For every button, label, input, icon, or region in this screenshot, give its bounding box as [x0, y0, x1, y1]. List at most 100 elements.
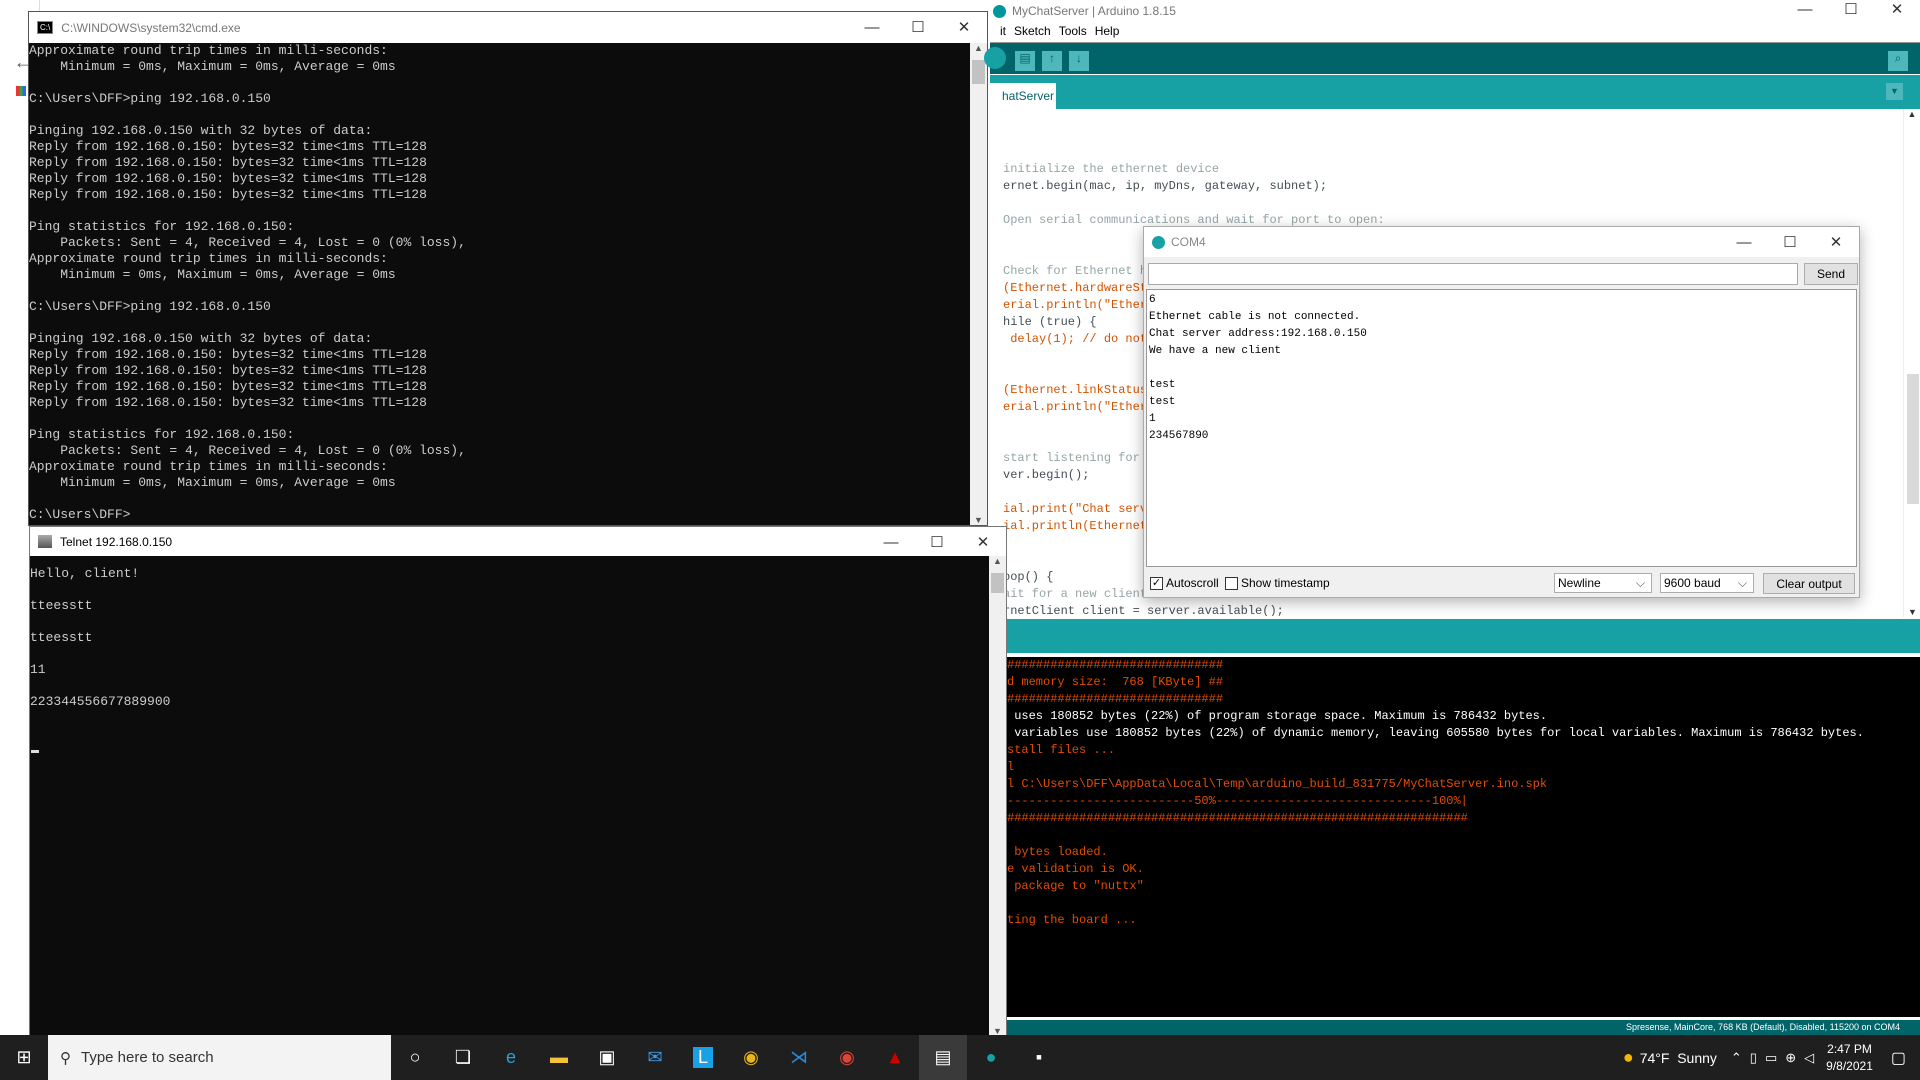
console-line: l C:\Users\DFF\AppData\Local\Temp\arduin… — [1007, 777, 1548, 791]
show-timestamp-checkbox[interactable]: Show timestamp — [1225, 576, 1330, 590]
serial-line: Chat server address:192.168.0.150 — [1149, 328, 1367, 340]
notifications-icon[interactable]: ▢ — [1891, 1048, 1906, 1068]
checkbox-checked-icon: ✓ — [1150, 576, 1163, 590]
taskbar: ⊞ ⚲ Type here to search ○ ❏ e ▬ ▣ ✉ L ◉ … — [0, 1035, 1920, 1080]
search-box[interactable]: ⚲ Type here to search — [48, 1035, 391, 1080]
start-windows-icon[interactable]: ⊞ — [0, 1035, 48, 1080]
code-line: rnetClient client = server.available(); — [1003, 604, 1284, 616]
telnet-line — [30, 678, 990, 694]
maximize-button[interactable]: ☐ — [914, 527, 960, 557]
clear-output-button[interactable]: Clear output — [1763, 573, 1855, 594]
close-button[interactable]: ✕ — [960, 527, 1006, 557]
cmd-line: C:\Users\DFF>ping 192.168.0.150 — [29, 91, 271, 106]
checkbox-unchecked-icon — [1225, 576, 1238, 590]
file-explorer-icon[interactable]: ▬ — [535, 1035, 583, 1080]
telnet-line: tteesstt — [30, 598, 93, 613]
chevron-up-icon[interactable]: ⌃ — [1731, 1050, 1742, 1066]
save-sketch-icon[interactable]: ↓ — [1069, 51, 1089, 71]
upload-button[interactable] — [984, 47, 1006, 69]
cmd-line: Minimum = 0ms, Maximum = 0ms, Average = … — [29, 475, 396, 490]
cmd-line: Ping statistics for 192.168.0.150: — [29, 219, 295, 234]
cmd-line: Reply from 192.168.0.150: bytes=32 time<… — [29, 171, 427, 186]
baud-select[interactable]: 9600 baud ⌵ — [1660, 573, 1754, 593]
volume-icon[interactable]: ◁ — [1804, 1050, 1814, 1066]
build-console[interactable]: ############################## d memory s… — [1007, 657, 1920, 1017]
menu-bar: it Sketch Tools Help — [1000, 24, 1119, 38]
clock[interactable]: 2:47 PM 9/8/2021 — [1826, 1041, 1873, 1075]
send-button[interactable]: Send — [1804, 263, 1858, 285]
editor-scrollbar[interactable]: ▲ ▼ — [1903, 109, 1920, 617]
autoscroll-checkbox[interactable]: ✓ Autoscroll — [1150, 576, 1219, 590]
cmd-taskbar-icon[interactable]: ▪ — [1015, 1035, 1063, 1080]
text-cursor — [31, 750, 39, 753]
chevron-down-icon: ⌵ — [1635, 575, 1645, 590]
weather-text[interactable]: 74°F Sunny — [1640, 1050, 1717, 1066]
edge-icon[interactable]: e — [487, 1035, 535, 1080]
cmd-line: Reply from 192.168.0.150: bytes=32 time<… — [29, 155, 427, 170]
menu-item[interactable]: Tools — [1059, 24, 1087, 38]
maximize-button[interactable]: ☐ — [895, 12, 941, 42]
console-line: uses 180852 bytes (22%) of program stora… — [1007, 709, 1548, 723]
console-line: package to "nuttx" — [1007, 879, 1144, 893]
store-icon[interactable]: ▣ — [583, 1035, 631, 1080]
clock-date: 9/8/2021 — [1826, 1058, 1873, 1073]
console-line: ############################## — [1007, 692, 1224, 706]
line-ending-value: Newline — [1558, 576, 1601, 590]
new-sketch-icon[interactable]: ▤ — [1015, 51, 1035, 71]
telnet-title-bar[interactable]: Telnet 192.168.0.150 — ☐ ✕ — [30, 527, 1006, 556]
apps-icon[interactable] — [16, 86, 26, 96]
mail-icon[interactable]: ✉ — [631, 1035, 679, 1080]
network-icon[interactable]: ⊕ — [1785, 1050, 1796, 1066]
cmd-window: C:\ C:\WINDOWS\system32\cmd.exe — ☐ ✕ Ap… — [28, 11, 988, 526]
close-button[interactable]: ✕ — [941, 12, 987, 42]
l-app-icon[interactable]: L — [679, 1035, 727, 1080]
maximize-button[interactable]: ☐ — [1828, 0, 1874, 18]
tab-sketch[interactable]: hatServer — [990, 83, 1056, 109]
task-view-icon[interactable]: ❏ — [439, 1035, 487, 1080]
cmd-scrollbar[interactable]: ▲ ▼ — [970, 43, 987, 525]
telnet-line — [30, 582, 990, 598]
menu-item[interactable]: Help — [1095, 24, 1120, 38]
battery-icon[interactable]: ▭ — [1765, 1050, 1777, 1066]
serial-line: test — [1149, 396, 1176, 408]
arduino-taskbar-icon[interactable]: ● — [967, 1035, 1015, 1080]
cmd-line: Reply from 192.168.0.150: bytes=32 time<… — [29, 347, 427, 362]
telnet-taskbar-icon[interactable]: ▤ — [919, 1035, 967, 1080]
serial-monitor-icon[interactable]: ⌕ — [1888, 51, 1908, 71]
acrobat-icon[interactable]: ▲ — [871, 1035, 919, 1080]
cmd-title-bar[interactable]: C:\ C:\WINDOWS\system32\cmd.exe — ☐ ✕ — [29, 12, 987, 43]
maximize-button[interactable]: ☐ — [1767, 227, 1813, 257]
search-icon: ⚲ — [60, 1049, 71, 1067]
cmd-line: Minimum = 0ms, Maximum = 0ms, Average = … — [29, 267, 396, 282]
minimize-button[interactable]: — — [1782, 0, 1828, 18]
close-button[interactable]: ✕ — [1813, 227, 1859, 257]
serial-monitor-title-bar[interactable]: COM4 — ☐ ✕ — [1144, 227, 1859, 257]
telnet-output[interactable]: Hello, client! tteesstt tteesstt 11 22334455… — [30, 566, 990, 1026]
serial-line: 234567890 — [1149, 430, 1209, 442]
cortana-icon[interactable]: ○ — [391, 1035, 439, 1080]
chrome-profile-icon[interactable]: ◉ — [823, 1035, 871, 1080]
telnet-scrollbar[interactable]: ▲ ▼ — [989, 556, 1006, 1036]
cmd-output[interactable]: Approximate round trip times in milli-se… — [29, 43, 969, 525]
arduino-title: MyChatServer | Arduino 1.8.15 — [1012, 4, 1176, 18]
vscode-icon[interactable]: ⋊ — [775, 1035, 823, 1080]
menu-item[interactable]: Sketch — [1014, 24, 1051, 38]
clock-time: 2:47 PM — [1827, 1041, 1872, 1056]
serial-output[interactable]: 6 Ethernet cable is not connected. Chat se… — [1146, 289, 1857, 567]
serial-input[interactable] — [1148, 263, 1798, 285]
weather-sun-icon[interactable]: ● — [1623, 1047, 1634, 1068]
serial-monitor-window: COM4 — ☐ ✕ Send 6 Ethernet cable is not c… — [1143, 226, 1860, 598]
serial-line: We have a new client — [1149, 345, 1282, 357]
menu-item[interactable]: it — [1000, 24, 1006, 38]
arduino-title-bar[interactable]: MyChatServer | Arduino 1.8.15 — ☐ ✕ — [990, 0, 1920, 22]
open-sketch-icon[interactable]: ↑ — [1042, 51, 1062, 71]
minimize-button[interactable]: — — [1721, 227, 1767, 257]
line-ending-select[interactable]: Newline ⌵ — [1554, 573, 1652, 593]
minimize-button[interactable]: — — [868, 527, 914, 557]
tab-menu-icon[interactable]: ▼ — [1886, 83, 1903, 100]
console-line: stall files ... — [1007, 743, 1116, 757]
meet-now-icon[interactable]: ▯ — [1750, 1050, 1757, 1066]
minimize-button[interactable]: — — [849, 12, 895, 42]
chrome-icon[interactable]: ◉ — [727, 1035, 775, 1080]
close-button[interactable]: ✕ — [1874, 0, 1920, 18]
